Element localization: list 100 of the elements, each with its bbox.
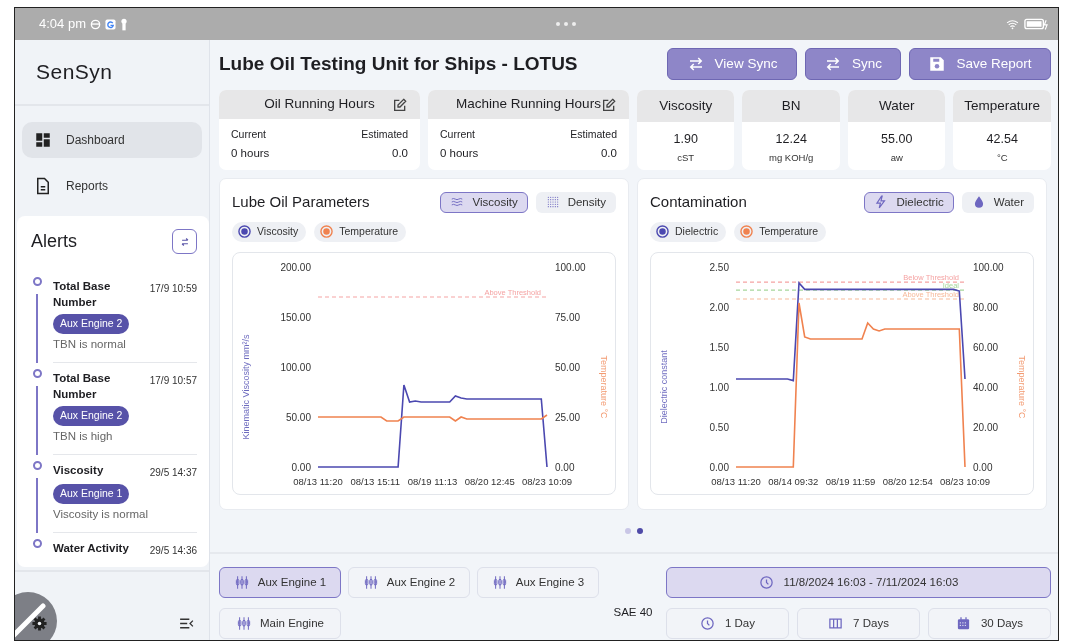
nav-item[interactable]: Dashboard — [22, 122, 202, 158]
cylinders-icon — [233, 575, 250, 590]
axis-tick-label: 100.00 — [555, 261, 586, 273]
chart-toggle[interactable]: Density — [535, 191, 616, 213]
edit-icon[interactable] — [600, 96, 617, 113]
axis-tick-label: 60.00 — [973, 341, 999, 353]
timeline-line — [36, 386, 38, 456]
page-dot[interactable] — [625, 528, 631, 534]
axis-tick-label: 150.00 — [280, 311, 311, 323]
metric-unit: °C — [995, 150, 1009, 165]
axis-tick-label: 08/13 11:20 — [711, 475, 761, 487]
alert-time: 29/5 14:36 — [149, 544, 197, 559]
alert-time: 29/5 14:37 — [149, 466, 197, 481]
cylinders-icon — [362, 575, 379, 590]
field-label: Estimated — [361, 127, 408, 142]
chart-toggle[interactable]: Viscosity — [440, 191, 528, 213]
metric-value: 42.54 — [985, 131, 1019, 148]
axis-tick-label: 08/23 10:09 — [521, 475, 573, 487]
engine-button[interactable]: Aux Engine 3 — [477, 567, 599, 598]
axis-tick-label: 20.00 — [973, 421, 999, 433]
metric-unit: aw — [889, 150, 904, 165]
legend-item[interactable]: Dielectric — [650, 221, 727, 242]
axis-title: Temperature °C — [1017, 354, 1027, 419]
axis-tick-label: 08/19 11:13 — [407, 475, 458, 487]
chart-title: Contamination — [650, 192, 747, 212]
swap-button[interactable] — [172, 229, 197, 254]
axis-tick-label: 40.00 — [973, 381, 999, 393]
axis-tick-label: 0.00 — [973, 461, 993, 473]
engine-button[interactable]: Aux Engine 1 — [219, 567, 341, 598]
timeline-dot — [32, 369, 42, 379]
field-value: 0 hours — [440, 145, 479, 161]
axis-tick-label: 200.00 — [280, 261, 311, 273]
timeline-dot — [32, 277, 42, 286]
alert-message: TBN is high — [53, 429, 114, 445]
edit-icon[interactable] — [392, 96, 408, 113]
field-label: Current — [231, 127, 267, 142]
alert-title: Total Base Number — [53, 371, 112, 403]
battery-icon — [1024, 18, 1048, 30]
save-icon — [928, 55, 947, 73]
card-title: Temperature — [964, 96, 1041, 115]
axis-tick-label: 75.00 — [555, 311, 581, 323]
dotted-grid-icon — [545, 195, 560, 210]
chart-title: Lube Oil Parameters — [232, 192, 370, 212]
alert-time: 17/9 10:57 — [149, 374, 197, 389]
axis-tick-label: 08/19 11:59 — [825, 475, 876, 487]
metric-value: 12.24 — [774, 131, 808, 148]
range-button[interactable]: 1 Day — [666, 608, 789, 639]
axis-tick-label: 2.00 — [709, 301, 729, 313]
engine-tag: Aux Engine 2 — [53, 406, 130, 427]
alert-title: Viscosity — [53, 463, 104, 479]
engine-tag: Aux Engine 2 — [53, 314, 130, 334]
date-range-button[interactable]: 11/8/2024 16:03 - 7/11/2024 16:03 — [666, 567, 1051, 598]
axis-tick-label: 08/13 15:11 — [350, 475, 400, 487]
alert-time: 17/9 10:59 — [149, 282, 197, 296]
dashboard-icon — [34, 131, 52, 149]
drag-handle-icon — [555, 21, 578, 27]
axis-tick-label: 0.00 — [709, 461, 729, 473]
metric-value: 55.00 — [880, 131, 914, 148]
chart-toggle[interactable]: Dielectric — [864, 191, 954, 213]
range-button[interactable]: 30 Days — [928, 608, 1051, 639]
lightning-icon — [874, 195, 889, 210]
legend-item[interactable]: Viscosity — [232, 221, 307, 242]
engine-button[interactable]: Main Engine — [219, 608, 341, 639]
axis-tick-label: 1.00 — [709, 381, 729, 393]
field-value: 0.0 — [391, 145, 408, 161]
timeline-dot — [32, 461, 42, 471]
legend-item[interactable]: Temperature — [314, 221, 407, 242]
alert-title: Water Activity — [53, 541, 129, 557]
wifi-icon — [1005, 17, 1020, 31]
engine-tag: Aux Engine 1 — [53, 484, 130, 505]
app-logo: SenSyn — [36, 59, 113, 86]
nav-item[interactable]: Reports — [22, 168, 202, 204]
axis-tick-label: 08/13 11:20 — [293, 475, 343, 487]
legend-item[interactable]: Temperature — [734, 221, 827, 242]
field-label: Current — [440, 127, 476, 142]
notification-icon — [90, 18, 101, 30]
axis-tick-label: 08/23 10:09 — [939, 475, 991, 487]
axis-tick-label: 08/20 12:45 — [464, 475, 515, 487]
metric-unit: cST — [676, 150, 696, 165]
axis-tick-label: 2.50 — [709, 261, 729, 273]
card-title: Water — [878, 96, 915, 115]
field-value: 0.0 — [599, 145, 617, 161]
card-title: Oil Running Hours — [264, 95, 375, 114]
engine-button[interactable]: Aux Engine 2 — [348, 567, 470, 598]
sync-icon — [824, 55, 842, 73]
field-value: 0 hours — [231, 145, 270, 161]
page-dot[interactable] — [637, 528, 643, 534]
axis-tick-label: 0.00 — [291, 461, 311, 473]
range-button[interactable]: 7 Days — [797, 608, 920, 639]
chart-toggle[interactable]: Water — [961, 191, 1034, 213]
axis-tick-label: 50.00 — [555, 361, 581, 373]
columns-icon — [828, 616, 844, 631]
axis-tick-label: 100.00 — [973, 261, 1004, 273]
axis-title: Dielectric constant — [659, 349, 669, 424]
axis-tick-label: 08/20 12:54 — [882, 475, 933, 487]
alert-message: TBN is normal — [53, 336, 127, 352]
settings-icon[interactable] — [31, 615, 48, 632]
axis-tick-label: 50.00 — [285, 411, 311, 423]
clock-icon — [699, 616, 715, 631]
status-time: 4:04 pm — [39, 15, 86, 34]
